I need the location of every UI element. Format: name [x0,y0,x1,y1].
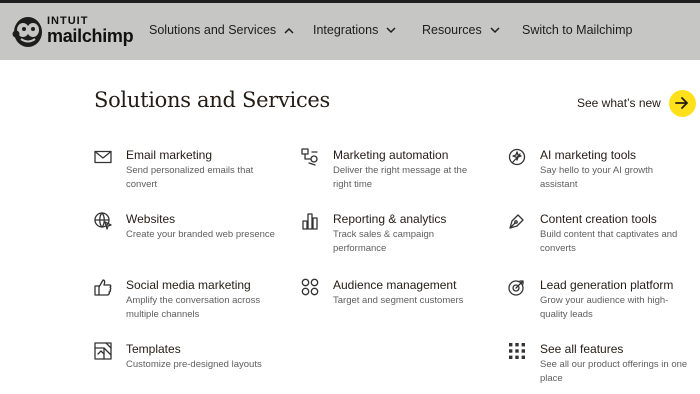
workflow-icon [301,148,318,166]
menu-item-description: Say hello to your AI growth assistant [540,165,654,190]
menu-item-title: See all features [540,342,624,356]
chevron-down-icon [386,26,396,33]
chevron-down-icon [490,26,500,33]
ai-sparkle-icon [508,148,526,166]
nav-switch-to-mailchimp[interactable]: Switch to Mailchimp [522,23,632,37]
nav-label: Integrations [313,23,379,37]
panel-title: Solutions and Services [94,88,331,112]
menu-item-description: Track sales & campaign performance [333,229,435,254]
menu-item-title: Marketing automation [333,148,449,162]
menu-item-description: Target and segment customers [333,295,464,306]
audience-icon [301,278,319,296]
pen-nib-icon [509,214,524,229]
bar-chart-icon [302,213,318,230]
menu-item-description: Grow your audience with high-quality lea… [540,295,669,320]
lead-generation-icon [508,280,524,296]
menu-item-title: Templates [126,342,181,356]
menu-item-description: See all our product offerings in one pla… [540,359,688,384]
menu-item-title: Social media marketing [126,278,251,292]
menu-item-description: Send personalized emails that convert [126,165,254,190]
brand-mailchimp: mailchimp [47,26,134,46]
arrow-right-icon [668,89,696,117]
nav-resources[interactable]: Resources [422,23,500,37]
template-icon [94,342,112,360]
menu-item-title: Websites [126,212,176,226]
top-navigation-bar: INTUIT mailchimp Solutions and Services … [0,3,700,60]
mailchimp-logo[interactable]: INTUIT mailchimp [11,11,136,51]
grid-icon [509,343,525,359]
menu-item-title: Audience management [333,278,457,292]
thumbs-up-icon [94,279,112,296]
nav-label: Solutions and Services [149,23,277,37]
menu-item-description: Customize pre-designed layouts [126,359,262,370]
nav-label: Resources [422,23,482,37]
nav-label: Switch to Mailchimp [522,23,633,37]
menu-item-title: Reporting & analytics [333,212,447,226]
globe-cursor-icon [94,212,112,230]
menu-item-description: Amplify the conversation across multiple… [126,295,261,320]
see-whats-new-link[interactable]: See what’s new [577,89,696,117]
nav-solutions-and-services[interactable]: Solutions and Services [149,23,294,37]
menu-item-title: Lead generation platform [540,278,674,292]
menu-item-title: AI marketing tools [540,148,637,162]
freddie-logo-icon [12,17,42,47]
nav-integrations[interactable]: Integrations [313,23,396,37]
menu-item-description: Build content that captivates and conver… [540,229,678,254]
menu-item-title: Email marketing [126,148,213,162]
envelope-icon [94,150,112,164]
menu-item-title: Content creation tools [540,212,657,226]
menu-item-description: Create your branded web presence [126,229,275,240]
menu-item-description: Deliver the right message at the right t… [333,165,468,190]
see-whats-new-label: See what’s new [577,96,661,110]
chevron-up-icon [284,27,294,34]
